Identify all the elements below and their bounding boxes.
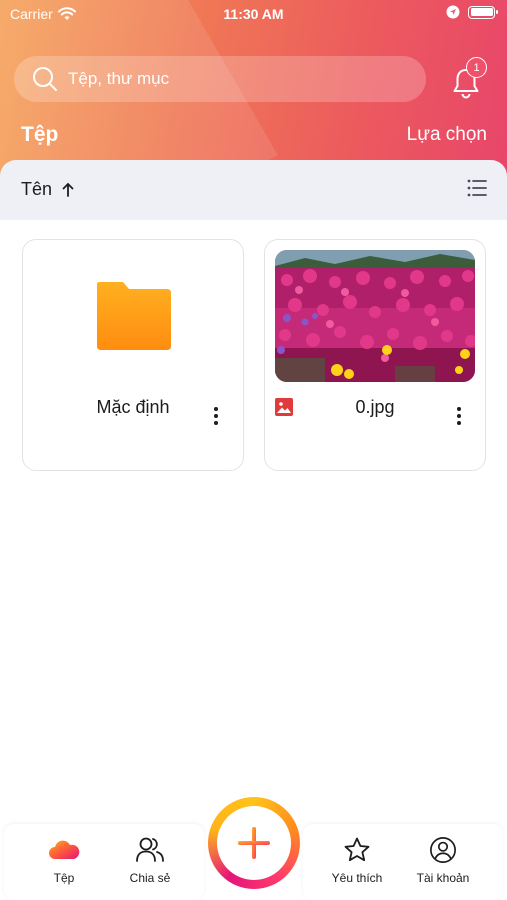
tab-label: Tài khoản xyxy=(416,871,470,885)
tab-files[interactable]: Tệp xyxy=(19,836,109,885)
sort-label: Tên xyxy=(21,179,53,199)
search-input[interactable] xyxy=(68,69,388,89)
status-right xyxy=(446,5,498,19)
users-icon xyxy=(136,837,164,862)
notifications-button[interactable]: 1 xyxy=(449,57,487,100)
status-time: 11:30 AM xyxy=(223,6,284,22)
more-options-icon[interactable] xyxy=(455,406,463,426)
notification-badge: 1 xyxy=(466,57,487,78)
item-name: 0.jpg xyxy=(355,397,395,417)
folder-card[interactable]: Mặc định xyxy=(22,239,244,471)
folder-icon xyxy=(97,282,171,350)
select-button[interactable]: Lựa chọn xyxy=(407,124,487,146)
search-icon xyxy=(33,67,57,91)
account-icon xyxy=(430,837,456,863)
plus-icon xyxy=(238,827,270,859)
file-grid: Mặc định 0.jpg xyxy=(0,220,507,820)
item-name: Mặc định xyxy=(96,397,170,417)
list-view-icon[interactable] xyxy=(467,179,487,197)
battery-icon xyxy=(468,5,498,19)
tab-share[interactable]: Chia sẻ xyxy=(105,836,195,885)
status-bar: Carrier 11:30 AM xyxy=(0,0,507,28)
image-thumbnail xyxy=(275,250,475,382)
sort-by-name-button[interactable]: Tên xyxy=(21,179,76,200)
location-icon xyxy=(446,5,460,19)
add-button[interactable] xyxy=(208,797,300,889)
tab-favorites[interactable]: Yêu thích xyxy=(312,836,402,885)
tab-label: Chia sẻ xyxy=(129,871,171,885)
more-options-icon[interactable] xyxy=(212,406,220,426)
search-bar[interactable] xyxy=(14,56,426,102)
flower-photo xyxy=(275,250,475,382)
page-title: Tệp xyxy=(21,123,59,146)
star-icon xyxy=(344,837,370,862)
add-button-inner xyxy=(217,806,291,880)
tab-label: Yêu thích xyxy=(331,871,383,885)
file-card[interactable]: 0.jpg xyxy=(264,239,486,471)
tab-label: Tệp xyxy=(53,871,75,885)
cloud-icon xyxy=(49,840,80,859)
arrow-up-icon xyxy=(62,182,74,197)
sort-bar: Tên xyxy=(0,160,507,220)
tab-account[interactable]: Tài khoản xyxy=(398,836,488,885)
